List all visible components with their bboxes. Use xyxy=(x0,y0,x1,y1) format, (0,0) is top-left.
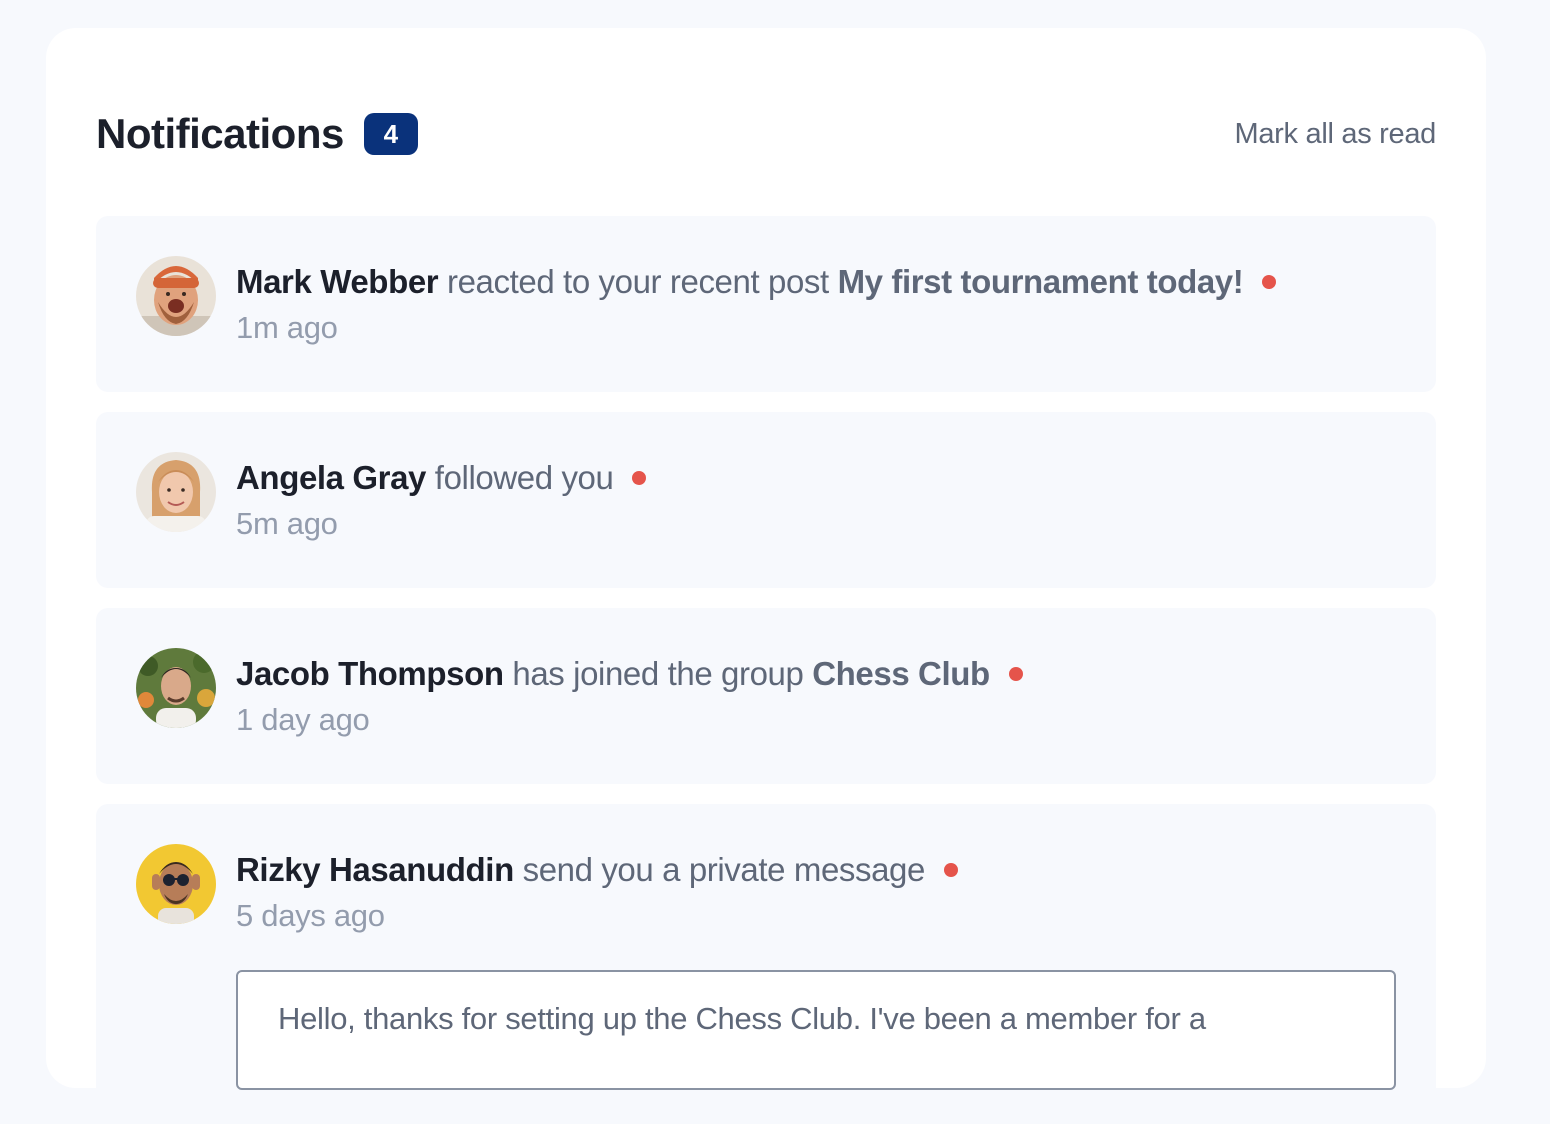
notification-item[interactable]: Angela Gray followed you 5m ago xyxy=(96,412,1436,588)
notification-action: has joined the group xyxy=(512,655,804,692)
notification-time: 1 day ago xyxy=(236,702,370,737)
notifications-header: Notifications 4 Mark all as read xyxy=(96,108,1436,160)
user-name-link[interactable]: Mark Webber xyxy=(236,263,439,300)
notification-time: 5m ago xyxy=(236,506,338,541)
notification-text: Rizky Hasanuddin send you a private mess… xyxy=(236,848,1406,892)
unread-dot-icon xyxy=(943,863,958,878)
avatar[interactable] xyxy=(136,648,216,728)
notifications-card: Notifications 4 Mark all as read Mark We… xyxy=(46,28,1486,1124)
avatar[interactable] xyxy=(136,452,216,532)
notification-item[interactable]: Rizky Hasanuddin send you a private mess… xyxy=(96,804,1436,1124)
unread-dot-icon xyxy=(632,471,647,486)
private-message-preview[interactable]: Hello, thanks for setting up the Chess C… xyxy=(236,970,1396,1090)
avatar[interactable] xyxy=(136,256,216,336)
notification-item[interactable]: Mark Webber reacted to your recent post … xyxy=(96,216,1436,392)
notification-action: followed you xyxy=(434,459,614,496)
post-link[interactable]: My first tournament today! xyxy=(838,263,1244,300)
notification-text: Mark Webber reacted to your recent post … xyxy=(236,260,1406,304)
notification-action: reacted to your recent post xyxy=(447,263,829,300)
notification-time: 1m ago xyxy=(236,310,338,345)
notification-content: Jacob Thompson has joined the group Ches… xyxy=(236,652,1406,740)
notification-text: Angela Gray followed you xyxy=(236,456,1406,500)
notification-content: Mark Webber reacted to your recent post … xyxy=(236,260,1406,348)
title-group: Notifications 4 xyxy=(96,110,418,158)
mark-all-as-read-button[interactable]: Mark all as read xyxy=(1235,118,1437,151)
notification-action: send you a private message xyxy=(522,851,926,888)
user-name-link[interactable]: Angela Gray xyxy=(236,459,426,496)
unread-dot-icon xyxy=(1262,275,1277,290)
user-name-link[interactable]: Jacob Thompson xyxy=(236,655,504,692)
group-link[interactable]: Chess Club xyxy=(812,655,990,692)
notification-item[interactable]: Jacob Thompson has joined the group Ches… xyxy=(96,608,1436,784)
notification-content: Angela Gray followed you 5m ago xyxy=(236,456,1406,544)
unread-count-badge: 4 xyxy=(363,113,418,155)
user-name-link[interactable]: Rizky Hasanuddin xyxy=(236,851,514,888)
notification-text: Jacob Thompson has joined the group Ches… xyxy=(236,652,1406,696)
unread-dot-icon xyxy=(1008,667,1023,682)
page-title: Notifications xyxy=(96,110,344,157)
notification-time: 5 days ago xyxy=(236,898,385,933)
notification-content: Rizky Hasanuddin send you a private mess… xyxy=(236,848,1406,936)
avatar[interactable] xyxy=(136,844,216,924)
